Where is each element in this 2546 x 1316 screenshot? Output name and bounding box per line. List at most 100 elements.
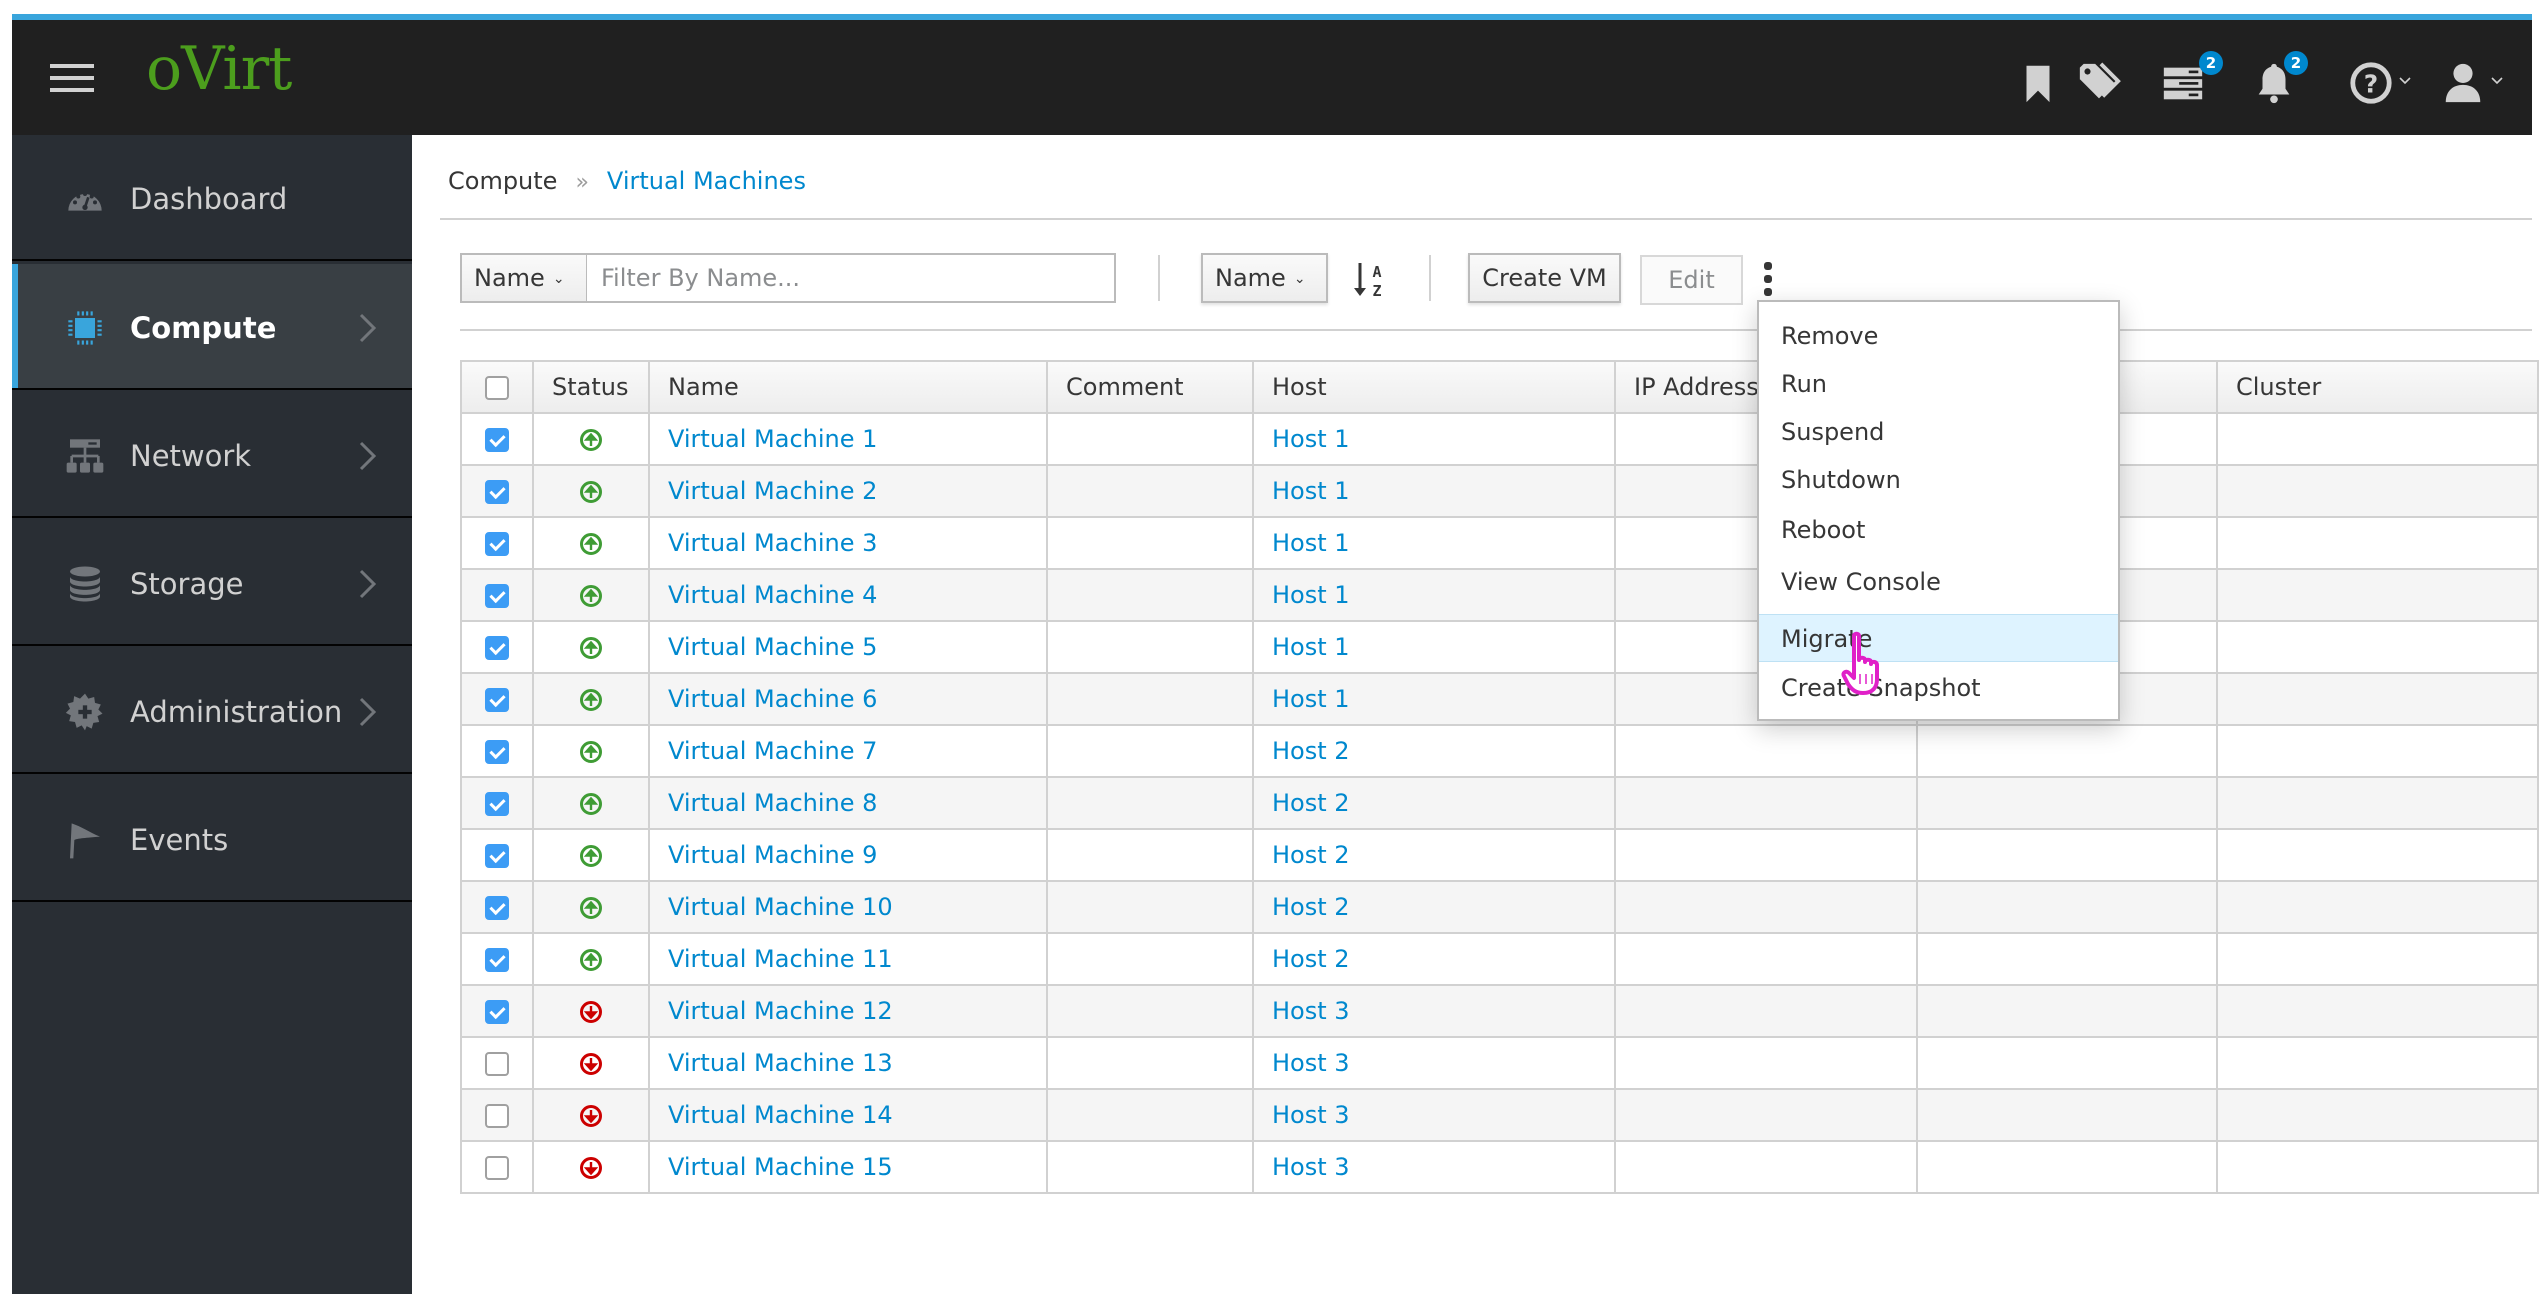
vm-name-link[interactable]: Virtual Machine 15 [668,1153,893,1181]
help-chevron-down-icon[interactable] [2397,72,2413,88]
sort-alpha-asc-icon[interactable]: A Z [1352,260,1388,300]
breadcrumb-current[interactable]: Virtual Machines [607,167,806,195]
table-row[interactable]: Virtual Machine 13 Host 3 [460,1036,2539,1090]
host-link[interactable]: Host 2 [1272,893,1350,921]
row-checkbox[interactable] [485,1104,509,1128]
sidebar-item-dashboard[interactable]: Dashboard [12,135,412,261]
column-header-comment[interactable]: Comment [1046,360,1254,414]
table-row[interactable]: Virtual Machine 3 Host 1 [460,516,2539,570]
breadcrumb-parent[interactable]: Compute [448,167,557,195]
column-header-cluster[interactable]: Cluster [2216,360,2539,414]
ovirt-logo[interactable]: oVirt [146,34,292,104]
tag-icon[interactable] [2076,60,2122,106]
sidebar-item-administration[interactable]: Administration [12,648,412,774]
row-checkbox[interactable] [485,428,509,452]
host-link[interactable]: Host 2 [1272,789,1350,817]
table-row[interactable]: Virtual Machine 11 Host 2 [460,932,2539,986]
row-checkbox[interactable] [485,948,509,972]
vm-name-link[interactable]: Virtual Machine 12 [668,997,893,1025]
sidebar-item-compute[interactable]: Compute [12,264,412,390]
table-row[interactable]: Virtual Machine 1 Host 1 [460,412,2539,466]
user-icon[interactable] [2440,60,2486,106]
create-vm-button[interactable]: Create VM [1468,253,1621,303]
row-checkbox[interactable] [485,740,509,764]
edit-button[interactable]: Edit [1640,255,1743,305]
menu-item-shutdown[interactable]: Shutdown [1759,456,2118,504]
vm-name-link[interactable]: Virtual Machine 8 [668,789,877,817]
vm-name-link[interactable]: Virtual Machine 4 [668,581,877,609]
row-checkbox[interactable] [485,1000,509,1024]
filter-field-dropdown[interactable]: Name ⌄ [460,253,588,303]
vm-name-link[interactable]: Virtual Machine 11 [668,945,893,973]
table-row[interactable]: Virtual Machine 8 Host 2 [460,776,2539,830]
host-link[interactable]: Host 3 [1272,1153,1350,1181]
table-row[interactable]: Virtual Machine 7 Host 2 [460,724,2539,778]
row-checkbox[interactable] [485,584,509,608]
host-link[interactable]: Host 2 [1272,841,1350,869]
table-row[interactable]: Virtual Machine 15 Host 3 [460,1140,2539,1194]
host-link[interactable]: Host 2 [1272,737,1350,765]
table-row[interactable]: Virtual Machine 5 Host 1 [460,620,2539,674]
menu-item-migrate[interactable]: Migrate [1759,614,2118,662]
menu-item-create-snapshot[interactable]: Create Snapshot [1759,664,2118,712]
host-link[interactable]: Host 1 [1272,425,1350,453]
vm-name-link[interactable]: Virtual Machine 1 [668,425,877,453]
vm-name-link[interactable]: Virtual Machine 14 [668,1101,893,1129]
table-row[interactable]: Virtual Machine 6 Host 1 [460,672,2539,726]
vm-name-link[interactable]: Virtual Machine 7 [668,737,877,765]
host-link[interactable]: Host 1 [1272,581,1350,609]
bookmark-icon[interactable] [2015,60,2061,106]
row-checkbox[interactable] [485,636,509,660]
name-cell: Virtual Machine 10 [648,880,1048,934]
sidebar-item-network[interactable]: Network [12,392,412,518]
column-header-status[interactable]: Status [532,360,650,414]
row-checkbox[interactable] [485,1052,509,1076]
row-checkbox[interactable] [485,532,509,556]
row-checkbox[interactable] [485,896,509,920]
sidebar-item-events[interactable]: Events [12,776,412,902]
menu-item-reboot[interactable]: Reboot [1759,506,2118,554]
host-link[interactable]: Host 3 [1272,1101,1350,1129]
vm-name-link[interactable]: Virtual Machine 9 [668,841,877,869]
vm-name-link[interactable]: Virtual Machine 3 [668,529,877,557]
sort-field-dropdown[interactable]: Name ⌄ [1201,253,1328,303]
column-header-name[interactable]: Name [648,360,1048,414]
host-link[interactable]: Host 1 [1272,685,1350,713]
menu-item-run[interactable]: Run [1759,360,2118,408]
table-row[interactable]: Virtual Machine 9 Host 2 [460,828,2539,882]
host-link[interactable]: Host 1 [1272,633,1350,661]
host-link[interactable]: Host 1 [1272,477,1350,505]
filter-input[interactable] [586,253,1116,303]
menu-item-remove[interactable]: Remove [1759,312,2118,360]
table-row[interactable]: Virtual Machine 12 Host 3 [460,984,2539,1038]
row-checkbox[interactable] [485,1156,509,1180]
host-link[interactable]: Host 3 [1272,997,1350,1025]
hamburger-menu-icon[interactable] [50,64,96,96]
row-checkbox[interactable] [485,792,509,816]
menu-item-suspend[interactable]: Suspend [1759,408,2118,456]
table-row[interactable]: Virtual Machine 4 Host 1 [460,568,2539,622]
sidebar-item-storage[interactable]: Storage [12,520,412,646]
menu-item-view-console[interactable]: View Console [1759,558,2118,606]
vm-name-link[interactable]: Virtual Machine 10 [668,893,893,921]
table-row[interactable]: Virtual Machine 14 Host 3 [460,1088,2539,1142]
row-checkbox[interactable] [485,844,509,868]
host-link[interactable]: Host 3 [1272,1049,1350,1077]
tasks-count-badge: 2 [2199,51,2223,75]
host-link[interactable]: Host 2 [1272,945,1350,973]
user-chevron-down-icon[interactable] [2489,72,2505,88]
row-checkbox[interactable] [485,688,509,712]
table-row[interactable]: Virtual Machine 2 Host 1 [460,464,2539,518]
flag-icon [70,823,100,859]
vm-name-link[interactable]: Virtual Machine 5 [668,633,877,661]
vm-name-link[interactable]: Virtual Machine 6 [668,685,877,713]
select-all-checkbox[interactable] [485,376,509,400]
help-icon[interactable]: ? [2348,60,2394,106]
kebab-icon[interactable] [1758,262,1778,298]
vm-name-link[interactable]: Virtual Machine 13 [668,1049,893,1077]
table-row[interactable]: Virtual Machine 10 Host 2 [460,880,2539,934]
host-link[interactable]: Host 1 [1272,529,1350,557]
vm-name-link[interactable]: Virtual Machine 2 [668,477,877,505]
row-checkbox[interactable] [485,480,509,504]
column-header-host[interactable]: Host [1252,360,1616,414]
